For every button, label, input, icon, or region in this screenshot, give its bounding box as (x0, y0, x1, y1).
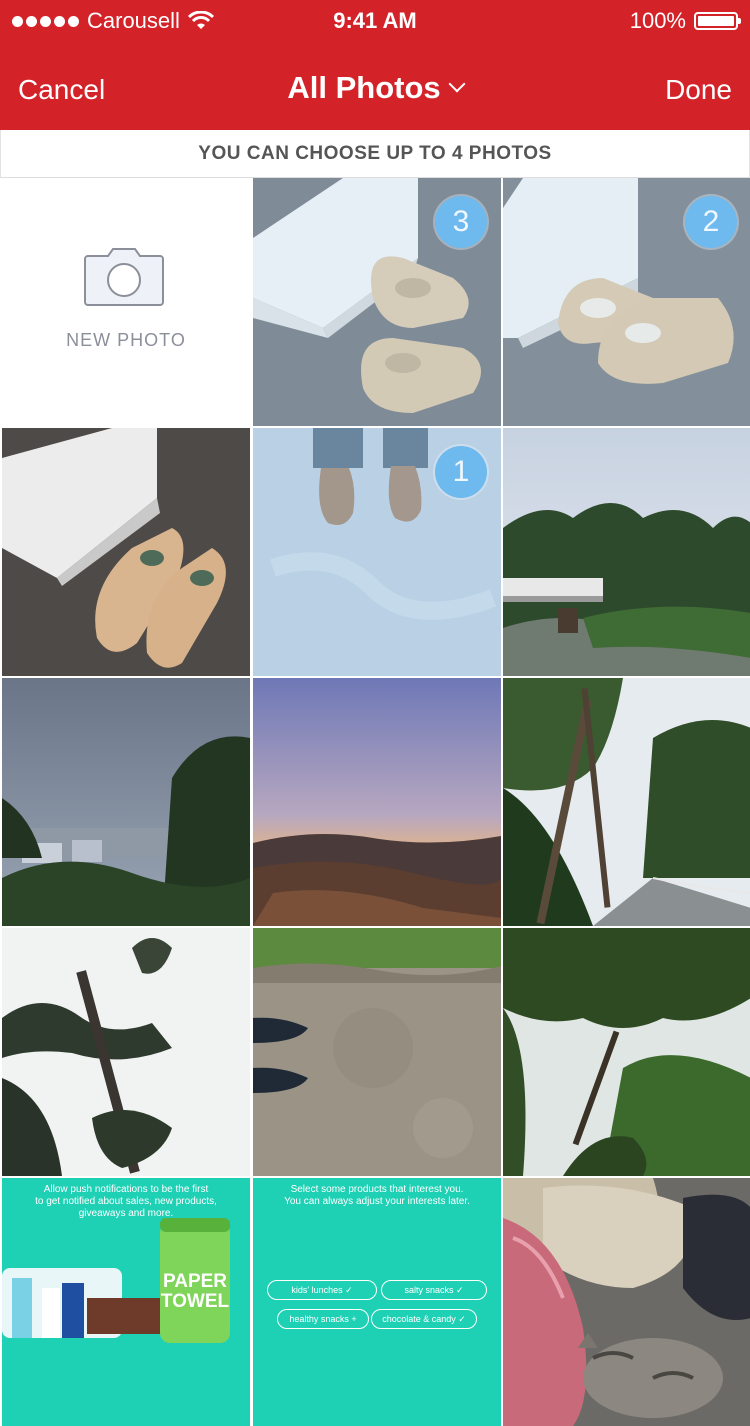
photo-grid: NEW PHOTO 3 2 1 Allow push notifications… (0, 178, 750, 1426)
screenshot-interests-line-1: Select some products that interest you. (290, 1184, 464, 1195)
cat-sofa-photo (503, 1178, 750, 1426)
photo-thumbnail-pavement[interactable] (253, 928, 501, 1176)
nav-bar: Cancel All Photos Done (0, 52, 750, 128)
photo-thumbnail-tree-up[interactable] (2, 928, 250, 1176)
shoes-floor-photo (253, 428, 501, 676)
screenshot-interests-line-2: You can always adjust your interests lat… (284, 1196, 470, 1207)
photo-thumbnail-canopy[interactable] (503, 928, 750, 1176)
photo-thumbnail-screenshot-interests[interactable]: Select some products that interest you. … (253, 1178, 501, 1426)
canopy-photo (503, 928, 750, 1176)
hilltop-photo (503, 428, 750, 676)
interest-pill: healthy snacks + (277, 1309, 369, 1329)
screenshot-interests-text: Select some products that interest you. … (263, 1184, 491, 1208)
sneakers-photo (253, 178, 501, 426)
camera-icon (84, 248, 164, 306)
interest-pill: kids' lunches ✓ (267, 1280, 377, 1300)
sneakers-photo-2 (503, 178, 750, 426)
selection-limit-hint: YOU CAN CHOOSE UP TO 4 PHOTOS (0, 130, 750, 178)
photo-thumbnail-hilltop[interactable] (503, 428, 750, 676)
photo-thumbnail-sneakers-box[interactable]: 3 (253, 178, 501, 426)
forest-road-photo (503, 678, 750, 926)
battery-icon (694, 12, 741, 30)
sunset-photo (253, 678, 501, 926)
sneakers-flat-photo (2, 428, 250, 676)
new-photo-button[interactable]: NEW PHOTO (2, 178, 250, 426)
photo-thumbnail-sunset[interactable] (253, 678, 501, 926)
photo-thumbnail-city-view[interactable] (2, 678, 250, 926)
new-photo-label: NEW PHOTO (66, 330, 186, 350)
photo-thumbnail-forest-road[interactable] (503, 678, 750, 926)
header: Carousell 9:41 AM 100% Cancel All Photos… (0, 0, 750, 130)
selection-order-badge: 3 (435, 196, 487, 248)
chevron-down-icon (448, 75, 466, 93)
album-title: All Photos (287, 70, 441, 105)
paper-towel-label-1: PAPER (162, 1271, 228, 1292)
pavement-photo (253, 928, 501, 1176)
photo-thumbnail-shoes-floor[interactable]: 1 (253, 428, 501, 676)
selection-order-badge: 2 (685, 196, 737, 248)
photo-thumbnail-sneakers-flat[interactable] (2, 428, 250, 676)
tree-up-photo (2, 928, 250, 1176)
battery-percent: 100% (629, 8, 686, 33)
paper-towel-label: PAPER TOWEL (160, 1272, 230, 1312)
status-right: 100% (629, 8, 741, 34)
city-view-photo (2, 678, 250, 926)
interest-pill: chocolate & candy ✓ (371, 1309, 477, 1329)
interest-pill: salty snacks ✓ (381, 1280, 487, 1300)
done-button[interactable]: Done (665, 74, 732, 106)
status-bar: Carousell 9:41 AM 100% (0, 0, 750, 40)
selection-order-badge: 1 (435, 446, 487, 498)
album-selector[interactable]: All Photos (0, 70, 750, 106)
paper-towel-label-2: TOWEL (160, 1291, 230, 1312)
photo-thumbnail-screenshot-push[interactable]: Allow push notifications to be the first… (2, 1178, 250, 1426)
photo-thumbnail-cat-sofa[interactable] (503, 1178, 750, 1426)
photo-thumbnail-sneakers-box-2[interactable]: 2 (503, 178, 750, 426)
